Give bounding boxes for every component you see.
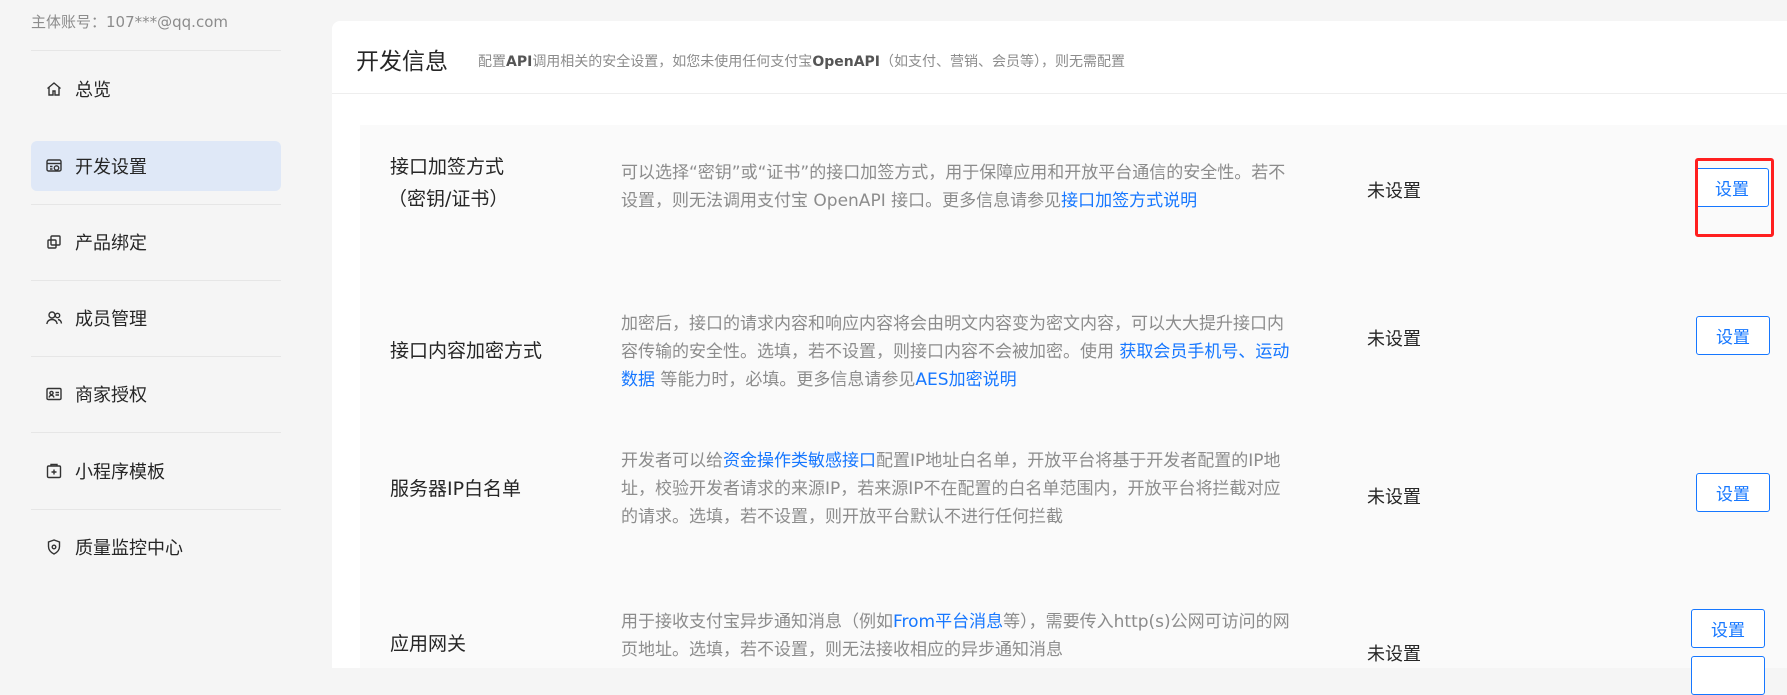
sign-method-doc-link[interactable]: 接口加签方式说明 <box>1061 191 1197 211</box>
status-text: 未设置 <box>1367 181 1421 202</box>
sidebar-item-dev-settings[interactable]: 开发设置 <box>31 141 281 191</box>
row-desc-sign-method: 可以选择“密钥”或“证书”的接口加签方式，用于保障应用和开放平台通信的安全性。若… <box>621 163 1286 211</box>
status-text: 未设置 <box>1367 487 1421 508</box>
sport-data-link-cont[interactable]: 数据 <box>621 370 655 390</box>
sidebar-item-overview[interactable]: 总览 <box>31 64 281 114</box>
status-text: 未设置 <box>1367 329 1421 350</box>
row-desc-app-gateway: 用于接收支付宝异步通知消息（例如From平台消息等），需要传入http(s)公网… <box>621 612 1290 660</box>
row-name-ip-whitelist: 服务器IP白名单 <box>390 478 522 500</box>
content-encryption-set-button[interactable]: 设置 <box>1696 316 1770 355</box>
product-bind-icon <box>45 233 63 251</box>
sidebar-item-members[interactable]: 成员管理 <box>31 293 281 343</box>
sidebar-item-label: 成员管理 <box>75 309 147 330</box>
settings-list: 接口加签方式 （密钥/证书） 可以选择“密钥”或“证书”的接口加签方式，用于保障… <box>360 125 1787 695</box>
sidebar-item-quality-monitor[interactable]: 质量监控中心 <box>31 522 281 572</box>
home-icon <box>45 80 63 98</box>
sidebar-item-product-bind[interactable]: 产品绑定 <box>31 217 281 267</box>
sidebar-item-label: 开发设置 <box>75 157 147 178</box>
sidebar-item-label: 质量监控中心 <box>75 538 183 559</box>
sidebar-item-label: 产品绑定 <box>75 233 147 254</box>
shield-icon <box>45 538 63 556</box>
sensitive-api-link[interactable]: 资金操作类敏感接口 <box>723 451 876 471</box>
sidebar-item-miniapp-template[interactable]: 小程序模板 <box>31 446 281 496</box>
sidebar-divider <box>31 50 281 51</box>
miniapp-template-icon <box>45 462 63 480</box>
sign-method-set-button[interactable]: 设置 <box>1695 168 1769 207</box>
sidebar-divider <box>31 204 281 205</box>
status-text: 未设置 <box>1367 644 1421 665</box>
dev-settings-icon <box>45 157 63 175</box>
main-panel: 开发信息 配置API调用相关的安全设置，如您未使用任何支付宝OpenAPI（如支… <box>332 21 1787 695</box>
sidebar-item-label: 总览 <box>75 80 111 101</box>
sidebar-item-label: 商家授权 <box>75 385 147 406</box>
account-label: 主体账号：107***@qq.com <box>31 13 228 31</box>
ip-whitelist-set-button[interactable]: 设置 <box>1696 473 1770 512</box>
app-gateway-secondary-button[interactable] <box>1691 656 1765 695</box>
row-name-sign-method: 接口加签方式 （密钥/证书） <box>388 156 509 210</box>
page-header: 开发信息 配置API调用相关的安全设置，如您未使用任何支付宝OpenAPI（如支… <box>332 21 1787 94</box>
merchant-auth-icon <box>45 385 63 403</box>
row-desc-ip-whitelist: 开发者可以给资金操作类敏感接口配置IP地址白名单，开放平台将基于开发者配置的IP… <box>621 451 1281 527</box>
page-title: 开发信息 <box>356 49 448 75</box>
row-desc-content-encryption: 加密后，接口的请求内容和响应内容将会由明文内容变为密文内容，可以大大提升接口内 … <box>621 314 1290 390</box>
sidebar: 主体账号：107***@qq.com 总览 开发设置 产品绑定 成员管理 商家授… <box>0 0 300 668</box>
sidebar-divider <box>31 509 281 510</box>
sidebar-divider <box>31 280 281 281</box>
member-phone-link[interactable]: 获取会员手机号 <box>1119 342 1238 362</box>
sidebar-item-merchant-auth[interactable]: 商家授权 <box>31 369 281 419</box>
row-name-app-gateway: 应用网关 <box>390 633 467 655</box>
sidebar-divider <box>31 432 281 433</box>
from-platform-message-link[interactable]: From平台消息 <box>893 612 1003 632</box>
sport-data-link[interactable]: 运动 <box>1255 342 1289 362</box>
app-gateway-set-button[interactable]: 设置 <box>1691 609 1765 648</box>
members-icon <box>45 309 63 327</box>
sidebar-divider <box>31 356 281 357</box>
row-name-content-encryption: 接口内容加密方式 <box>390 340 543 362</box>
page-description: 配置API调用相关的安全设置，如您未使用任何支付宝OpenAPI（如支付、营销、… <box>478 54 1126 70</box>
aes-doc-link[interactable]: AES加密说明 <box>915 370 1016 390</box>
sidebar-item-label: 小程序模板 <box>75 462 165 483</box>
